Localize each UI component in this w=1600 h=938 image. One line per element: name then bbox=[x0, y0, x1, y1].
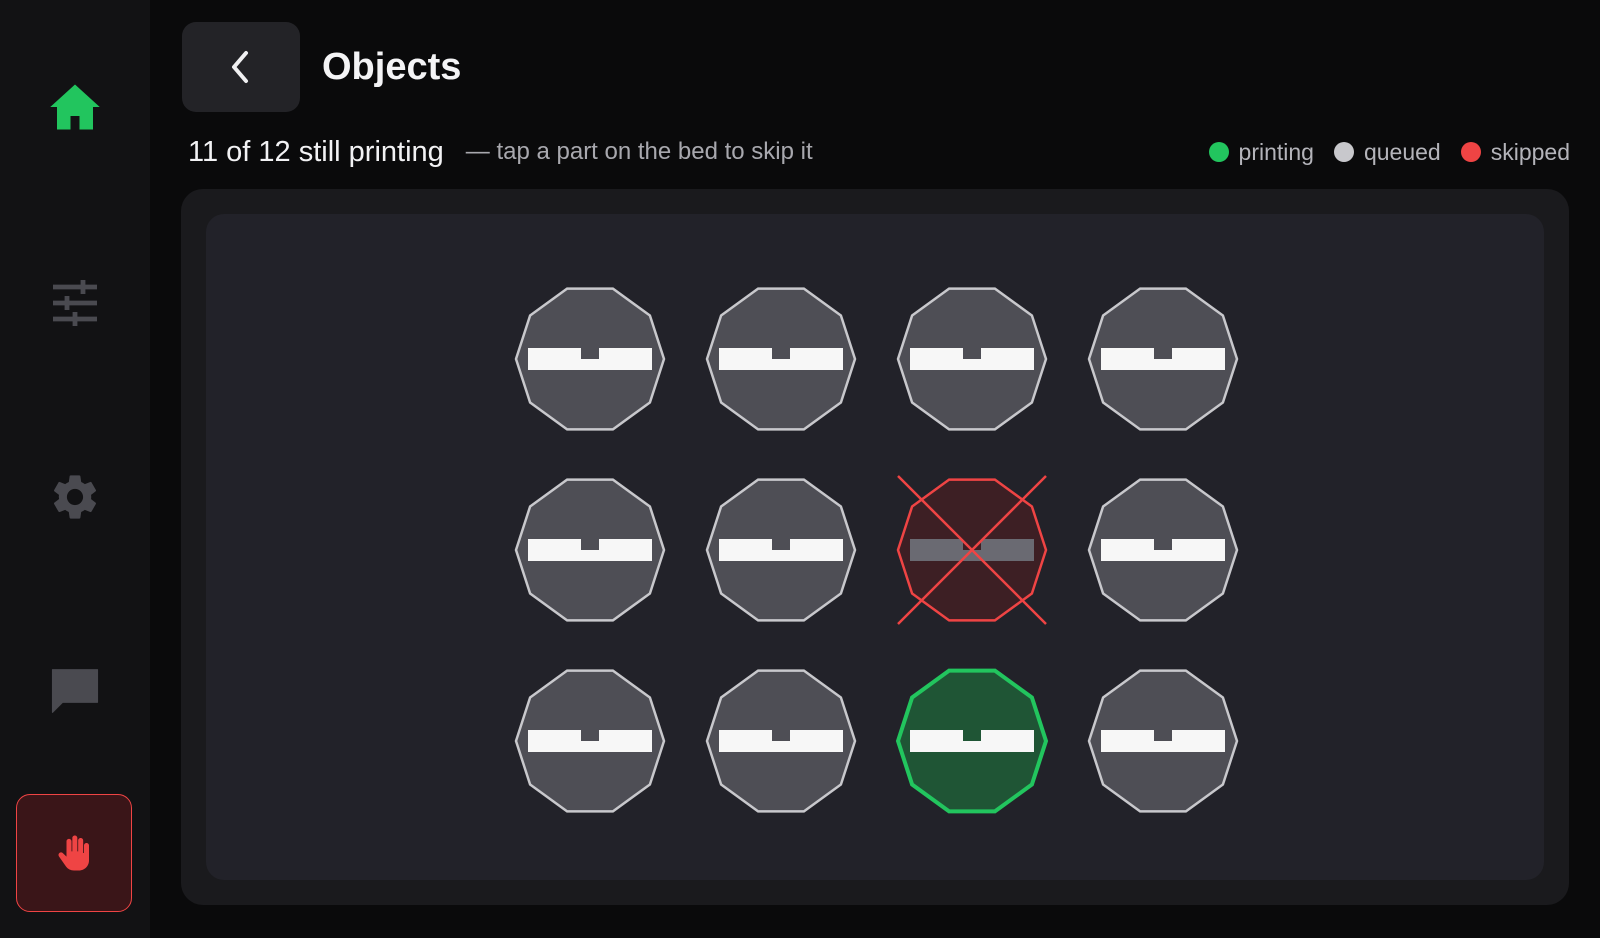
skip-hint-text: — tap a part on the bed to skip it bbox=[465, 138, 813, 165]
bed-object-printing[interactable] bbox=[895, 668, 1049, 814]
bed-object-queued[interactable] bbox=[1087, 287, 1239, 431]
nav-messages-button[interactable] bbox=[30, 646, 120, 736]
printing-dot-icon bbox=[1208, 142, 1229, 162]
bed-object-queued[interactable] bbox=[1087, 478, 1239, 622]
bed-object-queued[interactable] bbox=[705, 478, 857, 622]
legend-item-printing: printing bbox=[1208, 138, 1314, 166]
nav-settings-button[interactable] bbox=[30, 452, 120, 542]
bed-frame bbox=[181, 189, 1569, 905]
page-title: Objects bbox=[322, 46, 462, 88]
sidebar bbox=[0, 0, 150, 938]
header: Objects bbox=[182, 22, 1570, 112]
back-button[interactable] bbox=[182, 22, 300, 112]
bed-object-queued[interactable] bbox=[514, 287, 666, 431]
nav-tune-button[interactable] bbox=[30, 258, 120, 348]
bed-object-queued[interactable] bbox=[705, 669, 857, 813]
bed-object-queued[interactable] bbox=[1087, 669, 1239, 813]
print-progress-text: 11 of 12 still printing bbox=[188, 135, 444, 168]
nav-home-button[interactable] bbox=[30, 62, 120, 152]
queued-dot-icon bbox=[1333, 142, 1354, 162]
print-bed bbox=[206, 214, 1544, 880]
legend-label-queued: queued bbox=[1363, 138, 1441, 165]
emergency-stop-button[interactable] bbox=[16, 794, 132, 912]
chevron-left-icon bbox=[232, 51, 248, 83]
legend: printing queued skipped bbox=[1208, 138, 1570, 166]
chat-icon bbox=[51, 669, 99, 713]
legend-label-printing: printing bbox=[1238, 138, 1314, 165]
bed-object-queued[interactable] bbox=[896, 287, 1048, 431]
sliders-icon bbox=[53, 280, 97, 326]
bed-object-queued[interactable] bbox=[514, 478, 666, 622]
legend-item-queued: queued bbox=[1333, 138, 1441, 166]
bed-object-skipped[interactable] bbox=[896, 475, 1048, 625]
bed-object-queued[interactable] bbox=[705, 287, 857, 431]
bed-object-queued[interactable] bbox=[514, 669, 666, 813]
gear-icon bbox=[53, 475, 97, 519]
skipped-dot-icon bbox=[1460, 142, 1481, 162]
bed-objects-canvas bbox=[514, 287, 1239, 814]
legend-label-skipped: skipped bbox=[1490, 138, 1570, 165]
home-icon bbox=[50, 84, 100, 130]
legend-item-skipped: skipped bbox=[1460, 138, 1570, 166]
status-row: 11 of 12 still printing — tap a part on … bbox=[188, 132, 1570, 172]
hand-stop-icon bbox=[58, 835, 89, 871]
